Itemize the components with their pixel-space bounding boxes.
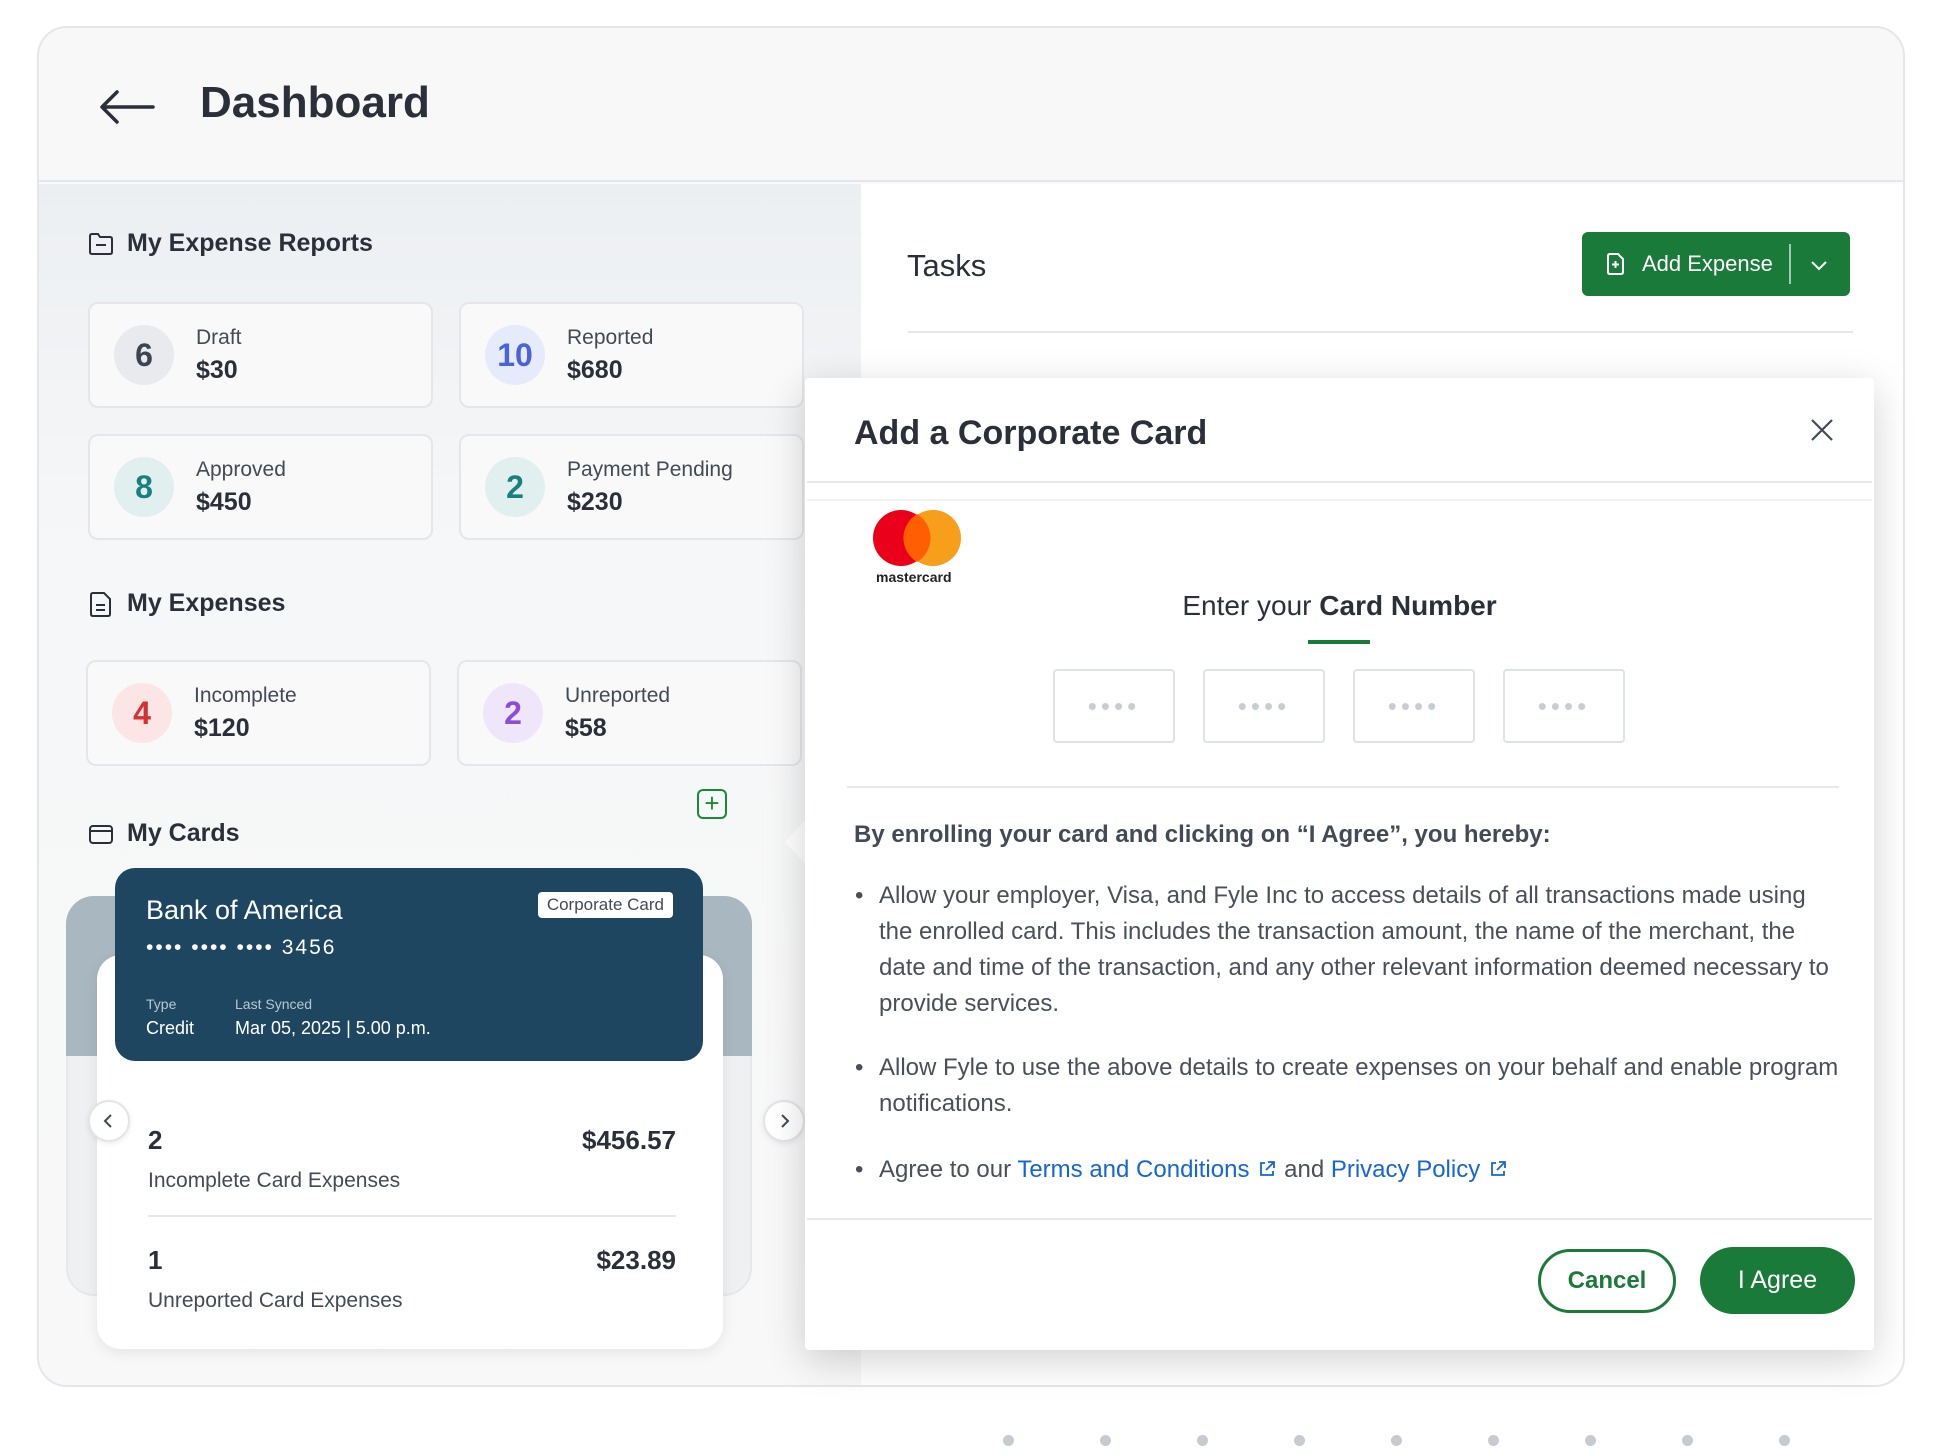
add-document-icon bbox=[1607, 253, 1624, 275]
bank-card[interactable]: Bank of America Corporate Card •••• ••••… bbox=[115, 868, 703, 1061]
bullet-text: Allow your employer, Visa, and Fyle Inc … bbox=[879, 882, 1829, 1017]
expense-stat-incomplete[interactable]: 4 Incomplete $120 bbox=[86, 660, 431, 766]
mastercard-wordmark: mastercard bbox=[876, 569, 952, 585]
wallet-icon bbox=[89, 824, 113, 844]
close-icon[interactable] bbox=[1808, 416, 1836, 444]
expenses-title: My Expenses bbox=[127, 589, 286, 617]
last-synced-label: Last Synced bbox=[235, 996, 313, 1012]
digits-placeholder: •••• bbox=[1237, 690, 1291, 721]
stat-label: Payment Pending bbox=[567, 457, 733, 481]
terms-link[interactable]: Terms and Conditions bbox=[1017, 1156, 1249, 1183]
stat-count: 8 bbox=[114, 457, 174, 517]
divider bbox=[807, 481, 1872, 483]
consent-heading: By enrolling your card and clicking on “… bbox=[854, 821, 1551, 848]
row-amount: $456.57 bbox=[582, 1125, 676, 1155]
stat-amount: $230 bbox=[567, 487, 623, 516]
chevron-down-icon[interactable] bbox=[1804, 250, 1834, 280]
divider bbox=[847, 786, 1839, 788]
decorative-dots bbox=[1003, 1435, 1803, 1447]
bullet-text: Allow Fyle to use the above details to c… bbox=[879, 1054, 1839, 1117]
card-number-prompt: Enter your Card Number bbox=[805, 590, 1874, 622]
report-stat-payment-pending[interactable]: 2 Payment Pending $230 bbox=[459, 434, 804, 540]
cards-title: My Cards bbox=[127, 819, 240, 847]
stat-label: Unreported bbox=[565, 683, 671, 707]
expense-reports-heading: My Expense Reports bbox=[87, 229, 373, 258]
report-stat-reported[interactable]: 10 Reported $680 bbox=[459, 302, 804, 408]
stat-count: 6 bbox=[114, 325, 174, 385]
digits-placeholder: •••• bbox=[1537, 690, 1591, 721]
row-amount: $23.89 bbox=[596, 1245, 676, 1275]
card-number: •••• •••• •••• 3456 bbox=[146, 936, 337, 959]
add-expense-label: Add Expense bbox=[1642, 251, 1773, 276]
stat-count: 2 bbox=[485, 457, 545, 517]
stat-amount: $30 bbox=[196, 355, 238, 384]
external-link-icon[interactable] bbox=[1257, 1159, 1277, 1179]
report-stat-approved[interactable]: 8 Approved $450 bbox=[88, 434, 433, 540]
stat-label: Reported bbox=[567, 325, 654, 349]
divider bbox=[148, 1215, 676, 1217]
top-bar: Dashboard bbox=[39, 28, 1903, 182]
stat-label: Approved bbox=[196, 457, 286, 481]
stat-count: 4 bbox=[112, 683, 172, 743]
button-separator bbox=[1789, 244, 1791, 284]
prompt-prefix: Enter your bbox=[1182, 590, 1320, 621]
bullet-text: Agree to our bbox=[879, 1156, 1018, 1183]
row-count: 2 bbox=[148, 1125, 163, 1155]
next-card-button[interactable] bbox=[763, 1100, 805, 1142]
last-synced-value: Mar 05, 2025 | 5.00 p.m. bbox=[235, 1018, 431, 1038]
bank-name: Bank of America bbox=[146, 895, 343, 925]
card-type-badge: Corporate Card bbox=[537, 892, 673, 918]
and-text: and bbox=[1284, 1156, 1325, 1183]
digits-placeholder: •••• bbox=[1387, 690, 1441, 721]
stat-label: Draft bbox=[196, 325, 242, 349]
page-title: Dashboard bbox=[200, 78, 430, 127]
expense-reports-title: My Expense Reports bbox=[127, 229, 373, 257]
card-digits-group-3[interactable]: •••• bbox=[1353, 669, 1475, 743]
stat-amount: $450 bbox=[196, 487, 252, 516]
card-digits-group-2[interactable]: •••• bbox=[1203, 669, 1325, 743]
prompt-bold: Card Number bbox=[1319, 590, 1497, 621]
cards-heading: My Cards bbox=[87, 819, 240, 848]
stat-count: 2 bbox=[483, 683, 543, 743]
stat-amount: $58 bbox=[565, 713, 607, 742]
divider bbox=[807, 1218, 1872, 1220]
consent-bullet-3: • Agree to our Terms and Conditions and … bbox=[855, 1152, 1845, 1192]
modal-title: Add a Corporate Card bbox=[854, 414, 1208, 452]
stat-count: 10 bbox=[485, 325, 545, 385]
consent-bullet-1: • Allow your employer, Visa, and Fyle In… bbox=[855, 878, 1845, 1028]
chevron-right-icon bbox=[781, 1114, 790, 1128]
card-digits-group-1[interactable]: •••• bbox=[1053, 669, 1175, 743]
report-stat-draft[interactable]: 6 Draft $30 bbox=[88, 302, 433, 408]
folder-icon bbox=[89, 232, 113, 255]
add-expense-button[interactable]: Add Expense bbox=[1582, 232, 1850, 296]
add-card-button[interactable]: + bbox=[697, 789, 727, 819]
row-label: Unreported Card Expenses bbox=[148, 1289, 403, 1312]
external-link-icon[interactable] bbox=[1488, 1159, 1508, 1179]
divider bbox=[807, 499, 1872, 501]
modal-pointer bbox=[785, 818, 807, 866]
i-agree-button[interactable]: I Agree bbox=[1700, 1247, 1855, 1314]
consent-bullet-2: • Allow Fyle to use the above details to… bbox=[855, 1050, 1845, 1130]
add-corporate-card-modal: Add a Corporate Card mastercard Enter yo… bbox=[805, 378, 1874, 1350]
privacy-link[interactable]: Privacy Policy bbox=[1331, 1156, 1480, 1183]
expense-stat-unreported[interactable]: 2 Unreported $58 bbox=[457, 660, 802, 766]
row-label: Incomplete Card Expenses bbox=[148, 1169, 401, 1192]
back-arrow-icon[interactable] bbox=[97, 86, 157, 128]
row-count: 1 bbox=[148, 1245, 163, 1275]
chevron-left-icon bbox=[103, 1114, 112, 1128]
tasks-title: Tasks bbox=[907, 248, 987, 283]
card-type-label: Type bbox=[146, 996, 177, 1012]
active-underline bbox=[1308, 640, 1370, 644]
stat-amount: $680 bbox=[567, 355, 623, 384]
cancel-button[interactable]: Cancel bbox=[1538, 1249, 1676, 1313]
previous-card-button[interactable] bbox=[88, 1100, 130, 1142]
document-icon bbox=[90, 591, 111, 617]
card-digits-group-4[interactable]: •••• bbox=[1503, 669, 1625, 743]
expenses-heading: My Expenses bbox=[87, 589, 285, 618]
digits-placeholder: •••• bbox=[1087, 690, 1141, 721]
card-type-value: Credit bbox=[146, 1018, 195, 1038]
stat-label: Incomplete bbox=[194, 683, 297, 707]
divider bbox=[908, 331, 1853, 333]
stat-amount: $120 bbox=[194, 713, 250, 742]
